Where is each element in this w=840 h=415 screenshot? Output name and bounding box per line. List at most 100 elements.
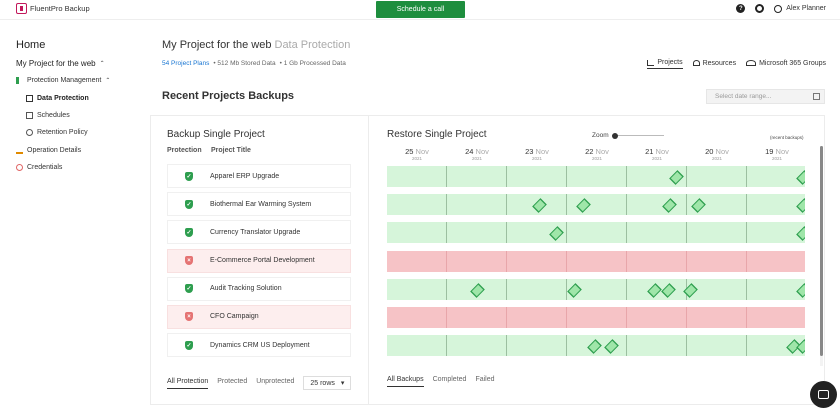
project-title-cell: E-Commerce Portal Development [210,257,315,265]
table-row[interactable]: ✓ Apparel ERP Upgrade [167,164,351,188]
timeline-gridline [506,250,507,272]
tab-label: Resources [702,59,737,67]
tab-failed[interactable]: Failed [475,376,494,387]
tab-unprotected[interactable]: Unprotected [256,378,294,388]
rows-per-page-select[interactable]: 25 rows ▾ [303,376,352,390]
schedule-call-button[interactable]: Schedule a call [376,1,465,18]
tab-resources[interactable]: Resources [692,59,737,69]
timeline-gridline [686,335,687,357]
timeline-gridline [686,222,687,244]
date-month: Nov [775,147,789,156]
backup-point-icon[interactable] [801,340,805,351]
date-range-input[interactable]: Select date range... [706,89,825,104]
chevron-down-icon: ▾ [340,380,345,387]
timeline-scrollbar[interactable] [820,146,823,366]
backup-point-icon[interactable] [592,340,599,351]
timeline-gridline [446,335,447,357]
timeline-date: 23 Nov 2021 [507,147,567,161]
timeline-gridline [506,335,507,357]
backup-point-icon[interactable] [666,284,673,295]
backup-point-icon[interactable] [674,171,681,182]
sidebar-item-schedules[interactable]: Schedules [26,112,70,119]
tab-m365-groups[interactable]: Microsoft 365 Groups [746,59,826,69]
rows-per-page-value: 25 rows [310,379,335,387]
backup-point-icon[interactable] [581,199,588,210]
table-row[interactable]: ✓ Audit Tracking Solution [167,276,351,301]
timeline-gridline [566,222,567,244]
backup-panel-title: Backup Single Project [167,129,265,140]
timeline-gridline [566,166,567,187]
timeline-gridline [626,250,627,272]
sidebar-home[interactable]: Home [16,39,45,51]
table-row[interactable]: × E-Commerce Portal Development [167,248,351,273]
page-subtitle: Data Protection [274,39,351,51]
backup-point-icon[interactable] [667,199,674,210]
backup-point-icon[interactable] [572,284,579,295]
backup-point-icon[interactable] [801,199,805,210]
sidebar-item-protection-management[interactable]: Protection Management ⌃ [16,77,110,84]
date-day: 23 [525,147,534,156]
calendar-icon [26,112,33,119]
zoom-slider[interactable] [611,132,664,139]
backup-point-icon[interactable] [801,171,805,182]
backup-point-icon[interactable] [696,199,703,210]
table-row[interactable]: ✓ Dynamics CRM US Deployment [167,333,351,358]
backup-point-icon[interactable] [801,284,805,295]
project-title-cell: CFO Campaign [210,313,259,321]
backup-point-icon[interactable] [554,227,561,238]
backup-timeline: 25 Nov 2021 24 Nov 2021 23 Nov 2021 22 Nov 2021… [387,145,805,367]
backup-rows: ✓ Apparel ERP Upgrade ✓ Biothermal Ear Warm… [167,164,351,361]
question-icon[interactable]: ? [736,4,746,13]
shield-check-icon: ✓ [185,340,193,350]
tab-completed[interactable]: Completed [433,376,467,387]
calendar-icon[interactable] [813,93,820,100]
backup-point-icon[interactable] [801,227,805,238]
person-icon [692,60,700,66]
user-menu[interactable]: Alex Planner [774,4,826,13]
shield-check-icon: ✓ [185,284,193,294]
backup-point-icon[interactable] [537,199,544,210]
project-plans-link[interactable]: 54 Project Plans [162,60,209,67]
tab-all-protection[interactable]: All Protection [167,378,209,389]
brand-logo[interactable]: FluentPro Backup [16,3,90,14]
sidebar-item-operation-details[interactable]: Operation Details [16,147,81,154]
sidebar-item-credentials[interactable]: Credentials [16,164,62,171]
backup-point-icon[interactable] [652,284,659,295]
date-year: 2021 [411,156,422,161]
project-title-cell: Biothermal Ear Warming System [210,200,312,208]
backup-point-icon[interactable] [688,284,695,295]
sidebar-project[interactable]: My Project for the web ⌃ [16,59,105,68]
scrollbar-thumb[interactable] [820,146,823,356]
gear-icon[interactable] [755,4,765,13]
backup-panel: Backup Single Project Protection Project… [151,116,369,404]
bar-chart-icon [16,77,23,84]
project-title-cell: Apparel ERP Upgrade [210,172,280,180]
timeline-row [387,222,805,244]
chat-button[interactable] [810,381,837,408]
table-row[interactable]: ✓ Biothermal Ear Warming System [167,192,351,217]
backup-point-icon[interactable] [609,340,616,351]
tab-all-backups[interactable]: All Backups [387,376,424,387]
sidebar-item-data-protection[interactable]: Data Protection [26,95,89,102]
backup-point-icon[interactable] [475,284,482,295]
tab-projects[interactable]: Projects [647,59,683,69]
table-row[interactable]: × CFO Campaign [167,304,351,329]
col-project-title: Project Title [211,147,251,154]
sidebar-item-retention-policy[interactable]: Retention Policy [26,129,88,136]
shield-x-icon: × [185,256,193,266]
chart-icon [647,59,655,66]
chevron-up-icon: ⌃ [105,78,111,84]
table-row[interactable]: ✓ Currency Translator Upgrade [167,220,351,245]
timeline-row [387,194,805,216]
date-day: 25 [405,147,414,156]
date-day: 19 [765,147,774,156]
timeline-gridline [686,194,687,216]
tab-protected[interactable]: Protected [217,378,247,388]
shield-check-icon: ✓ [185,227,193,237]
timeline-gridline [626,166,627,187]
zoom-slider-handle[interactable] [611,132,618,139]
timeline-gridline [746,166,747,187]
project-stats: 54 Project Plans • 512 Mb Stored Data • … [162,60,346,67]
sidebar-item-label: Schedules [37,112,70,119]
timeline-gridline [506,278,507,300]
